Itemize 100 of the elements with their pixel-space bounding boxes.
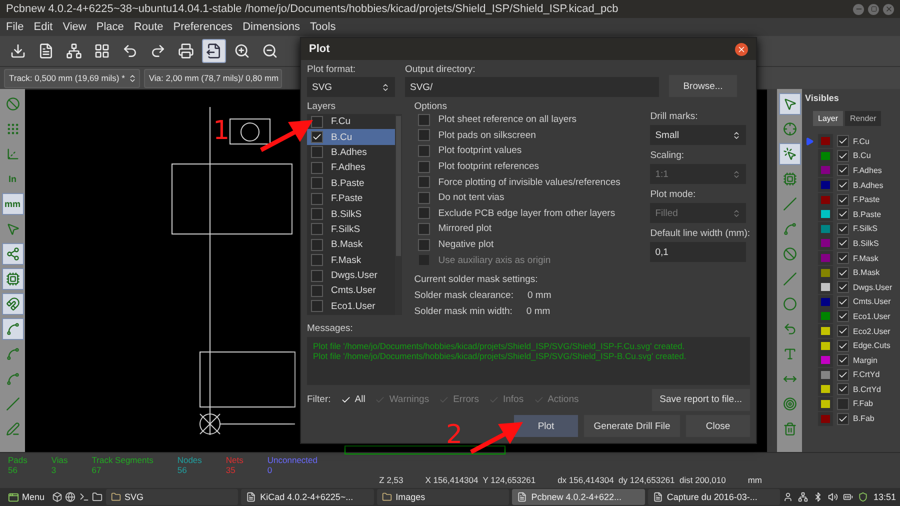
layer-item[interactable]: F.Paste: [307, 190, 396, 206]
layer-checkbox[interactable]: [311, 208, 323, 220]
save-report-button[interactable]: Save report to file...: [652, 388, 750, 411]
option-checkbox[interactable]: [418, 176, 430, 188]
layer-name[interactable]: F.Cu: [853, 136, 870, 146]
visibility-checkbox[interactable]: [837, 368, 849, 381]
layer-name[interactable]: B.CrtYd: [853, 384, 882, 394]
layer-color-swatch[interactable]: [818, 236, 833, 250]
layer-item[interactable]: B.Cu: [307, 129, 396, 145]
pointer-click-tool[interactable]: [778, 143, 800, 165]
layer-color-swatch[interactable]: [818, 338, 833, 353]
units-toggle[interactable]: mm: [2, 193, 24, 215]
layer-color-swatch[interactable]: [818, 396, 833, 411]
menu-item[interactable]: File: [6, 21, 24, 33]
magnet-tool[interactable]: [2, 293, 24, 315]
layer-item[interactable]: Cmts.User: [307, 283, 396, 299]
close-button[interactable]: [735, 42, 748, 56]
visibility-checkbox[interactable]: [837, 398, 849, 410]
layer-color-swatch[interactable]: [818, 324, 833, 338]
dialog-button[interactable]: Plot: [514, 415, 578, 437]
layer-name[interactable]: Edge.Cuts: [853, 341, 890, 350]
visibility-checkbox[interactable]: [837, 164, 849, 176]
visibility-checkbox[interactable]: [837, 310, 849, 322]
taskbar-item[interactable]: SVG: [106, 489, 238, 505]
taskbar-item[interactable]: Images: [376, 489, 510, 505]
visibility-checkbox[interactable]: [837, 296, 849, 308]
option-checkbox[interactable]: [418, 207, 430, 220]
layer-item[interactable]: Dwgs.User: [307, 268, 396, 284]
layer-name[interactable]: F.Mask: [853, 254, 878, 263]
layer-color-swatch[interactable]: [818, 222, 833, 236]
menu-item[interactable]: Preferences: [173, 21, 233, 33]
panel-tab[interactable]: Render: [845, 111, 882, 126]
browse-button[interactable]: Browse...: [669, 75, 737, 97]
layer-item[interactable]: F.Cu: [307, 114, 396, 130]
taskbar-item[interactable]: KiCad 4.0.2-4+6225~...: [241, 489, 374, 505]
layer-item[interactable]: Eco1.User: [307, 298, 396, 314]
layer-checkbox[interactable]: [311, 177, 323, 190]
bluetooth-icon[interactable]: [813, 492, 824, 502]
folder-icon[interactable]: [92, 491, 103, 503]
option-checkbox[interactable]: [418, 192, 430, 204]
option-checkbox[interactable]: [418, 129, 430, 142]
layer-item[interactable]: F.Mask: [307, 252, 396, 268]
track-width-select[interactable]: Track: 0,500 mm (19,69 mils) *: [4, 68, 140, 88]
layer-name[interactable]: B.Cu: [853, 151, 871, 160]
visibility-checkbox[interactable]: [837, 135, 849, 148]
layer-color-swatch[interactable]: [818, 412, 833, 426]
layer-color-swatch[interactable]: [818, 178, 833, 192]
layer-checkbox[interactable]: [311, 300, 323, 312]
visibility-checkbox[interactable]: [837, 208, 849, 220]
visibility-checkbox[interactable]: [837, 252, 849, 264]
layer-name[interactable]: B.Mask: [853, 268, 880, 278]
terminal-icon[interactable]: [78, 491, 90, 503]
layer-name[interactable]: F.SilkS: [853, 224, 878, 234]
layer-color-swatch[interactable]: [818, 309, 833, 324]
layer-color-swatch[interactable]: [818, 353, 833, 368]
layer-color-swatch[interactable]: [818, 148, 833, 163]
layer-checkbox[interactable]: [311, 192, 323, 205]
layer-name[interactable]: F.Fab: [853, 399, 874, 408]
plot-button[interactable]: [202, 39, 226, 63]
layer-color-swatch[interactable]: [818, 368, 833, 382]
layer-item[interactable]: B.Paste: [307, 176, 396, 191]
battery-icon[interactable]: [843, 492, 854, 502]
layer-name[interactable]: F.Adhes: [853, 166, 882, 175]
input-field[interactable]: 0,1: [650, 242, 746, 262]
layer-item[interactable]: F.SilkS: [307, 222, 396, 238]
visibility-checkbox[interactable]: [837, 266, 849, 279]
layer-name[interactable]: Cmts.User: [853, 297, 891, 306]
layer-name[interactable]: B.Adhes: [853, 180, 884, 190]
layer-color-swatch[interactable]: [818, 266, 833, 280]
layer-checkbox[interactable]: [311, 131, 323, 144]
minimize-button[interactable]: [853, 4, 864, 14]
menu-item[interactable]: Route: [134, 21, 164, 33]
layer-name[interactable]: Dwgs.User: [853, 282, 892, 292]
layer-checkbox[interactable]: [311, 238, 323, 251]
globe-icon[interactable]: [65, 491, 76, 503]
network-icon[interactable]: [798, 492, 808, 502]
layer-item[interactable]: B.Mask: [307, 237, 396, 253]
visibility-checkbox[interactable]: [837, 222, 849, 235]
layer-name[interactable]: B.Fab: [853, 414, 874, 424]
layer-item[interactable]: B.Adhes: [307, 144, 396, 160]
filter-checkbox[interactable]: All: [340, 394, 366, 406]
layer-name[interactable]: B.Paste: [853, 210, 882, 219]
layer-name[interactable]: F.Paste: [853, 195, 880, 204]
chip-tool[interactable]: [2, 268, 24, 290]
volume-icon[interactable]: [828, 492, 838, 502]
visibility-checkbox[interactable]: [837, 194, 849, 206]
taskbar-item[interactable]: Pcbnew 4.0.2-4+622...: [512, 489, 645, 505]
visibility-checkbox[interactable]: [837, 179, 849, 192]
visibility-checkbox[interactable]: [837, 412, 849, 425]
layer-color-swatch[interactable]: [818, 163, 833, 178]
layer-name[interactable]: Eco2.User: [853, 326, 890, 336]
layer-name[interactable]: Margin: [853, 356, 878, 365]
scrollbar-thumb[interactable]: [396, 116, 402, 256]
layer-item[interactable]: F.Adhes: [307, 160, 396, 176]
option-checkbox[interactable]: [418, 238, 430, 251]
layer-checkbox[interactable]: [311, 162, 323, 174]
layer-color-swatch[interactable]: [818, 207, 833, 222]
layer-item[interactable]: B.SilkS: [307, 206, 396, 222]
layer-name[interactable]: Eco1.User: [853, 312, 890, 321]
layer-checkbox[interactable]: [311, 270, 323, 282]
